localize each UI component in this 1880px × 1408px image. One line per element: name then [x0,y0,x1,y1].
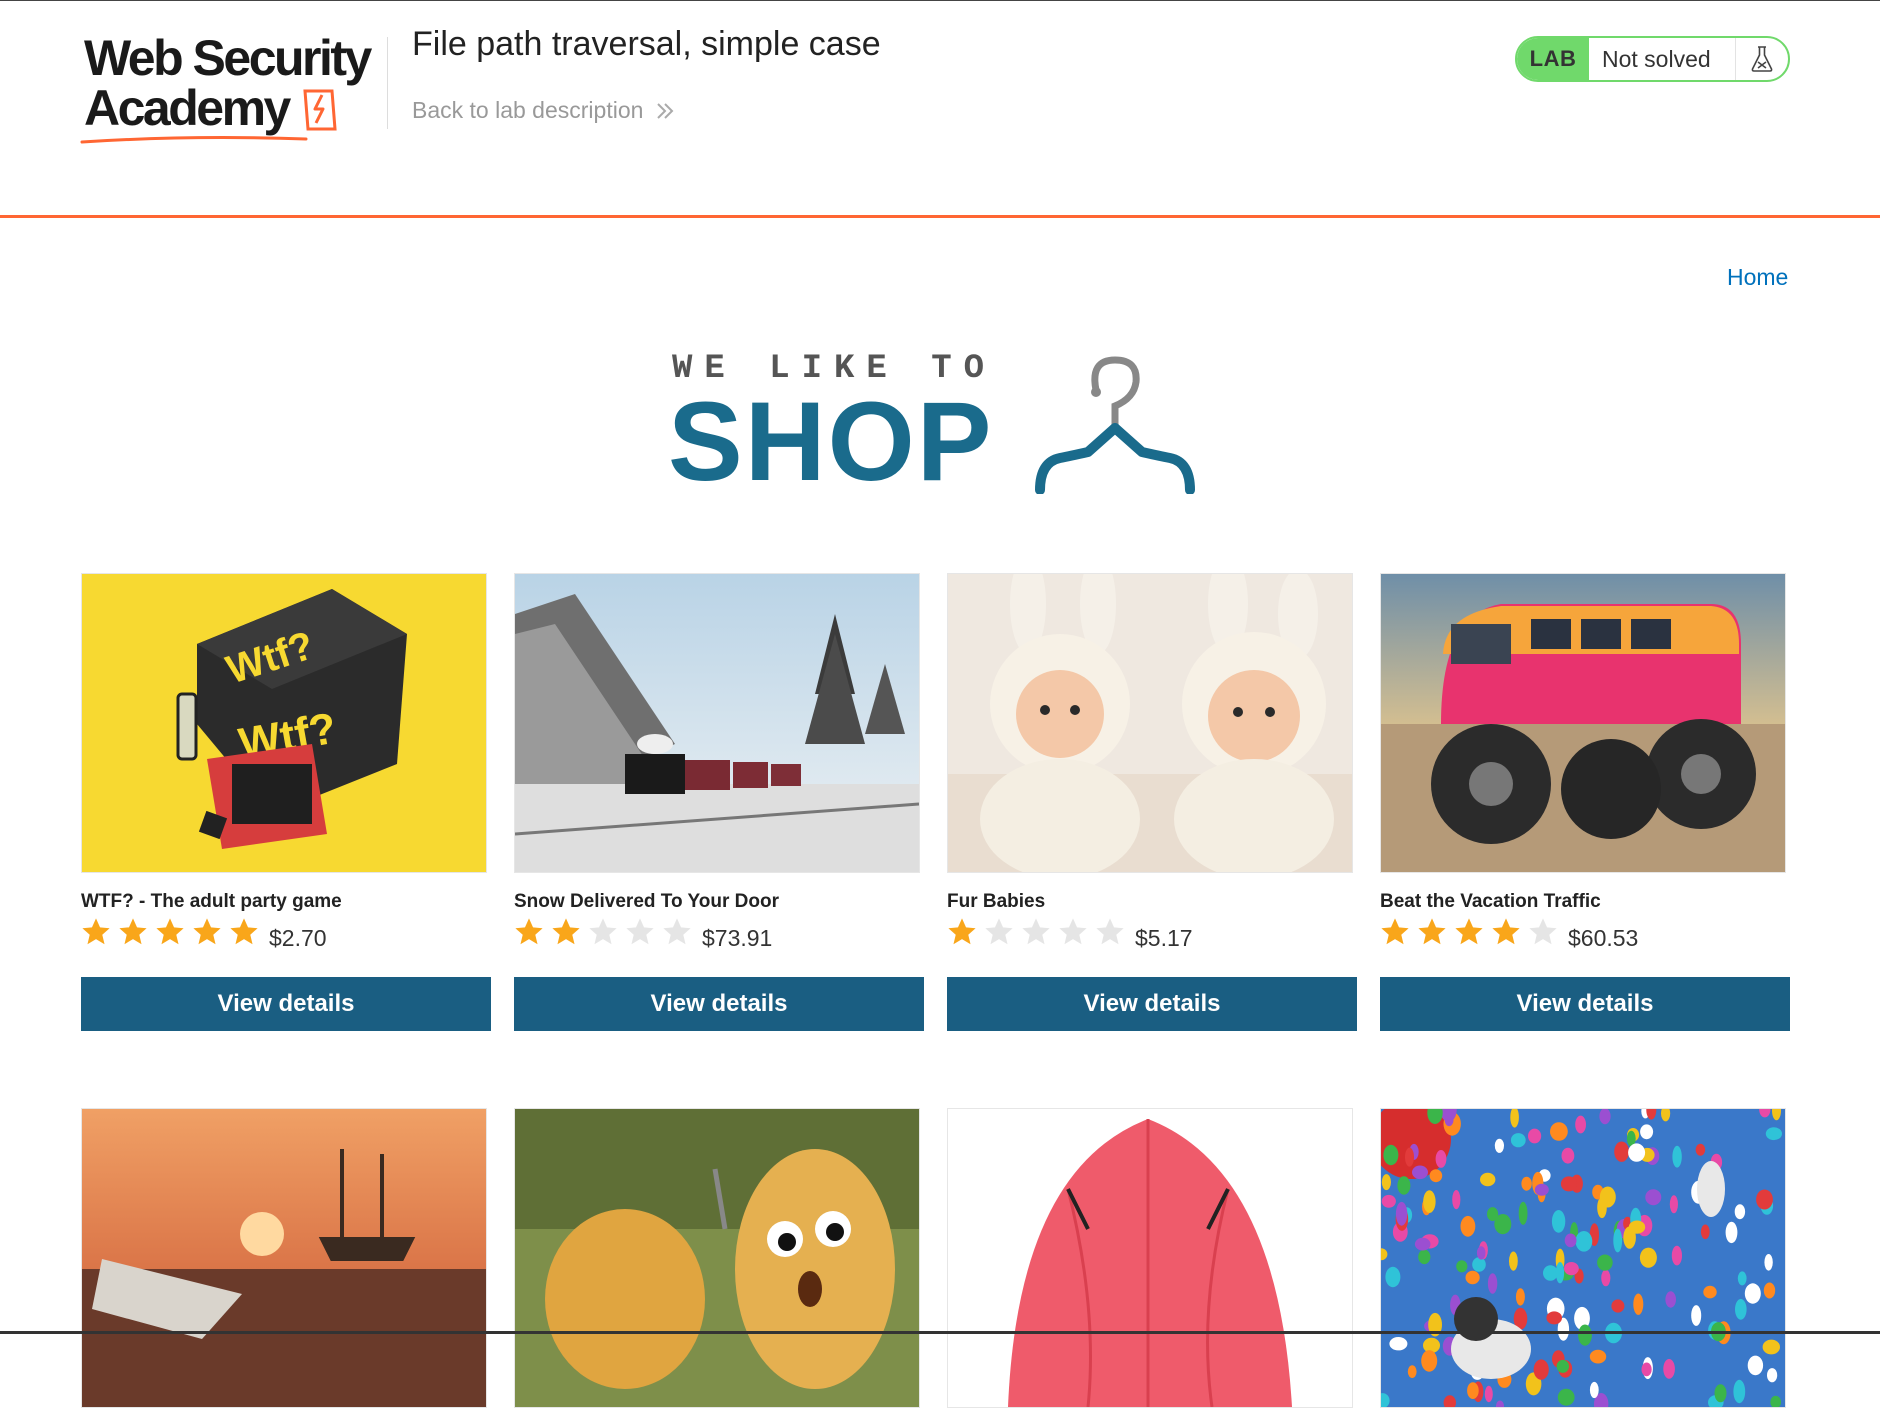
logo-text-line-2: Academy [84,80,291,136]
star-filled-icon [156,918,184,945]
web-security-academy-logo[interactable]: Web Security Academy [80,29,384,144]
star-filled-icon [119,918,147,945]
view-details-button[interactable]: View details [81,977,491,1031]
clothes-hanger-icon [1035,356,1195,494]
product-price: $60.53 [1568,925,1639,951]
star-filled-icon [1455,918,1483,945]
double-chevron-right-icon [657,102,674,119]
product-price: $2.70 [269,925,327,951]
product-rating [514,917,692,947]
academy-header: Web Security Academy File path traversal… [0,1,1880,218]
star-filled-icon [230,918,258,945]
view-details-button[interactable]: View details [947,977,1357,1031]
logo-underline-icon [80,136,308,144]
star-empty-icon [985,918,1013,945]
banner-title: SHOP [668,379,994,504]
star-filled-icon [515,918,543,945]
star-empty-icon [1022,918,1050,945]
star-filled-icon [948,918,976,945]
star-empty-icon [626,918,654,945]
product-name: WTF? - The adult party game [81,891,342,912]
paper-boat-sunset-image[interactable] [81,1108,487,1408]
star-filled-icon [1492,918,1520,945]
view-details-button[interactable]: View details [514,977,924,1031]
lab-status-widget: LAB Not solved [1515,36,1790,82]
lab-badge: LAB [1517,38,1589,80]
snowy-train-image[interactable] [514,573,920,873]
product-rating [947,917,1125,947]
product-name: Fur Babies [947,891,1046,912]
star-empty-icon [1059,918,1087,945]
star-empty-icon [663,918,691,945]
back-to-lab-description-link[interactable]: Back to lab description [412,97,675,124]
product-rating [1380,917,1558,947]
star-filled-icon [1381,918,1409,945]
product-name: Beat the Vacation Traffic [1380,891,1601,912]
home-link[interactable]: Home [1727,264,1788,291]
header-orange-rule [0,215,1880,218]
potato-faces-image[interactable] [514,1108,920,1408]
product-name: Snow Delivered To Your Door [514,891,779,912]
party-game-image[interactable]: Wtf? Wtf? [81,573,487,873]
shop-banner: WE LIKE TO SHOP [668,350,1208,500]
star-filled-icon [193,918,221,945]
star-empty-icon [1096,918,1124,945]
product-rating [81,917,259,947]
red-umbrella-image[interactable] [947,1108,1353,1408]
logo-bolt-icon [303,89,337,131]
back-link-label: Back to lab description [412,97,644,123]
star-empty-icon [589,918,617,945]
babies-in-bunny-suits-image[interactable] [947,573,1353,873]
lab-flask-icon [1736,38,1788,80]
product-price: $73.91 [702,925,773,951]
view-details-button[interactable]: View details [1380,977,1790,1031]
star-filled-icon [82,918,110,945]
lab-title: File path traversal, simple case [412,25,881,63]
star-empty-icon [1529,918,1557,945]
header-divider [387,37,388,129]
monster-van-image[interactable] [1380,573,1786,873]
lab-status-text: Not solved [1589,38,1736,80]
product-price: $5.17 [1135,925,1193,951]
balloons-dog-image[interactable] [1380,1108,1786,1408]
star-filled-icon [552,918,580,945]
star-filled-icon [1418,918,1446,945]
